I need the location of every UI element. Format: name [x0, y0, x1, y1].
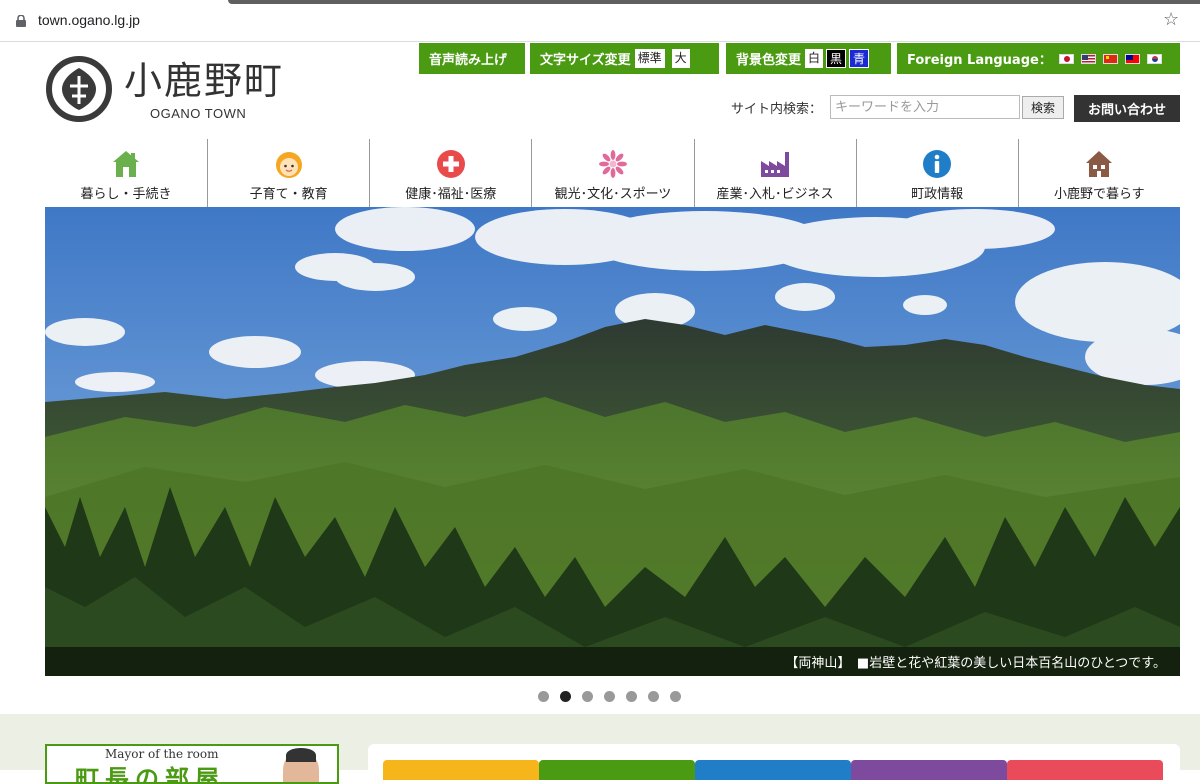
nav-label: 暮らし・手続き — [80, 187, 172, 202]
font-size-large-button[interactable]: 大 — [671, 49, 690, 68]
nav-item-health[interactable]: 健康･福祉･医療 — [369, 139, 531, 207]
mayor-room-banner[interactable]: Mayor of the room 町長の部屋 — [45, 744, 339, 784]
slide-caption-text: 【両神山】 ■岩壁と花や紅葉の美しい日本百名山のひとつです。 — [785, 656, 1166, 671]
nav-label: 健康･福祉･医療 — [405, 187, 497, 202]
nav-item-town-admin[interactable]: 町政情報 — [855, 139, 1018, 207]
nav-label: 子育て・教育 — [249, 187, 328, 202]
home-icon — [1086, 151, 1113, 177]
nav-label: 観光･文化･スポーツ — [554, 187, 672, 202]
bg-color-label: 背景色変更 — [736, 53, 802, 68]
mayor-room-jp: 町長の部屋 — [75, 764, 225, 784]
house-icon — [113, 151, 140, 177]
font-size-control: 文字サイズ変更 標準 大 — [530, 43, 719, 74]
bookmark-star-icon[interactable]: ☆ — [1163, 10, 1179, 30]
nav-label: 町政情報 — [911, 187, 964, 202]
slide-dot[interactable] — [582, 691, 593, 702]
read-aloud-label: 音声読み上げ — [429, 53, 508, 68]
hero-slideshow[interactable]: 【両神山】 ■岩壁と花や紅葉の美しい日本百名山のひとつです。 — [45, 207, 1180, 676]
foreign-language-control: Foreign Language： — [897, 43, 1180, 74]
factory-icon — [761, 152, 790, 177]
tab-green[interactable] — [539, 760, 695, 780]
font-size-normal-button[interactable]: 標準 — [634, 49, 665, 68]
mayor-portrait — [283, 748, 319, 782]
taiwan-flag-icon[interactable] — [1124, 53, 1140, 64]
category-tab-strip — [383, 760, 1163, 780]
logo-title: 小鹿野町 — [124, 59, 285, 103]
slide-dot[interactable] — [670, 691, 681, 702]
korea-flag-icon[interactable] — [1146, 53, 1162, 64]
search-label: サイト内検索： — [731, 102, 823, 117]
logo-subtitle: OGANO TOWN — [150, 106, 247, 121]
main-nav: 暮らし・手続き 子育て・教育 健康･福祉･医療 観光･文化･スポーツ 産業･入札… — [45, 139, 1180, 207]
slide-indicators — [538, 691, 681, 702]
read-aloud-button[interactable]: 音声読み上げ — [419, 43, 525, 74]
lock-icon — [16, 15, 26, 27]
flower-icon — [598, 150, 627, 178]
contact-button[interactable]: お問い合わせ — [1074, 95, 1180, 122]
tab-blue[interactable] — [695, 760, 851, 780]
china-flag-icon[interactable] — [1102, 53, 1118, 64]
nav-label: 産業･入札･ビジネス — [716, 187, 834, 202]
slide-dot[interactable] — [604, 691, 615, 702]
bg-color-control: 背景色変更 白 黒 青 — [726, 43, 891, 74]
browser-address-bar: town.ogano.lg.jp ☆ — [0, 0, 1200, 42]
bg-black-button[interactable]: 黒 — [826, 49, 847, 68]
search-input[interactable] — [830, 95, 1020, 119]
tab-purple[interactable] — [851, 760, 1007, 780]
font-size-label: 文字サイズ変更 — [540, 53, 631, 68]
child-face-icon — [275, 152, 302, 178]
japan-flag-icon[interactable] — [1058, 53, 1074, 64]
slide-dot[interactable] — [626, 691, 637, 702]
bg-blue-button[interactable]: 青 — [849, 49, 870, 68]
slide-dot[interactable] — [538, 691, 549, 702]
nav-item-living[interactable]: 暮らし・手続き — [45, 139, 207, 207]
bg-white-button[interactable]: 白 — [805, 49, 824, 68]
nav-label: 小鹿野で暮らす — [1053, 187, 1145, 202]
nav-item-childcare[interactable]: 子育て・教育 — [207, 139, 369, 207]
tab-yellow[interactable] — [383, 760, 539, 780]
slide-dot-active[interactable] — [560, 691, 571, 702]
info-icon — [923, 150, 952, 178]
nav-item-tourism[interactable]: 観光･文化･スポーツ — [531, 139, 693, 207]
nav-item-live-in-ogano[interactable]: 小鹿野で暮らす — [1017, 139, 1180, 207]
nav-item-industry[interactable]: 産業･入札･ビジネス — [693, 139, 856, 207]
url-text[interactable]: town.ogano.lg.jp — [38, 12, 140, 28]
medical-cross-icon — [436, 150, 465, 178]
mountain-landscape-photo — [45, 207, 1180, 676]
slide-dot[interactable] — [648, 691, 659, 702]
usa-flag-icon[interactable] — [1080, 53, 1096, 64]
tab-red[interactable] — [1007, 760, 1163, 780]
site-logo[interactable]: 小鹿野町 OGANO TOWN — [46, 56, 296, 126]
town-emblem-icon — [46, 56, 112, 122]
lower-section: Mayor of the room 町長の部屋 — [0, 714, 1200, 784]
slide-caption: 【両神山】 ■岩壁と花や紅葉の美しい日本百名山のひとつです。 — [45, 647, 1180, 676]
browser-tab-strip-edge — [228, 0, 1200, 4]
foreign-language-label: Foreign Language： — [907, 53, 1052, 68]
search-button[interactable]: 検索 — [1022, 96, 1064, 119]
